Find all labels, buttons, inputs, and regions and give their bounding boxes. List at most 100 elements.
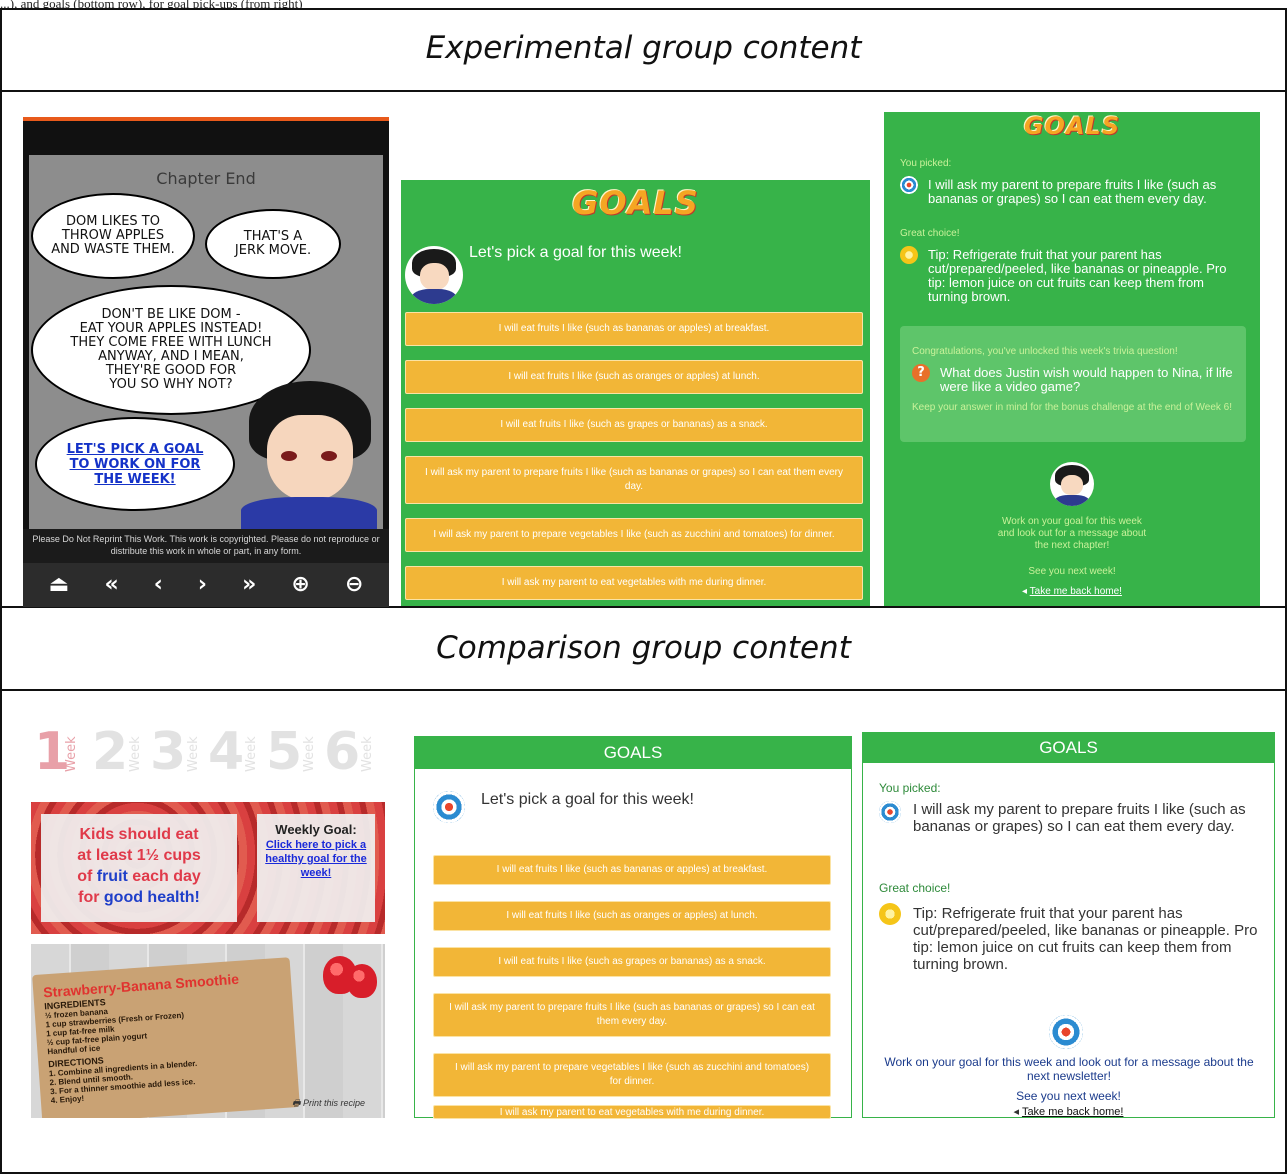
link-line[interactable]: THE WEEK! <box>67 472 204 487</box>
goal-option-button[interactable]: I will ask my parent to prepare vegetabl… <box>433 1053 831 1097</box>
week-2-number[interactable]: 2 <box>92 720 128 784</box>
exp-goals-panel: GOALS Let's pick a goal for this week! I… <box>401 180 870 606</box>
fruit-text: of <box>77 868 97 885</box>
take-me-home-link[interactable]: Take me back home! <box>1022 1106 1124 1118</box>
see-you-text: See you next week! <box>1028 566 1116 577</box>
character-illustration <box>241 381 377 531</box>
chapter-end-label: Chapter End <box>156 169 256 188</box>
bubble-line: THEY COME FREE WITH LUNCH <box>70 335 272 350</box>
lightbulb-icon <box>879 903 901 925</box>
bubble-line: JERK MOVE. <box>234 243 312 258</box>
lightbulb-icon <box>900 246 918 264</box>
fruit-text: good health! <box>103 889 200 906</box>
week-6-number[interactable]: 6 <box>324 720 360 784</box>
goal-option-button[interactable]: I will eat fruits I like (such as grapes… <box>405 408 863 442</box>
work-on-goal-text: Work on your goal for this week and look… <box>884 1055 1254 1083</box>
eject-icon[interactable]: ⏏ <box>49 563 70 607</box>
avatar-shirt <box>410 288 458 304</box>
week-3-number[interactable]: 3 <box>150 720 186 784</box>
character-face <box>267 415 353 501</box>
goal-link-bubble[interactable]: LET'S PICK A GOAL TO WORK ON FOR THE WEE… <box>35 417 235 511</box>
avatar-face <box>419 263 449 291</box>
goal-option-button[interactable]: I will eat fruits I like (such as orange… <box>405 360 863 394</box>
goal-option-button[interactable]: I will eat fruits I like (such as grapes… <box>433 947 831 977</box>
printer-icon: 🖶 <box>291 1098 303 1108</box>
bubble-line: DOM LIKES TO <box>66 214 160 229</box>
goal-option-button[interactable]: I will eat fruits I like (such as banana… <box>433 855 831 885</box>
question-icon: ? <box>912 364 930 382</box>
tip-text: Tip: Refrigerate fruit that your parent … <box>913 905 1258 973</box>
character-avatar <box>1050 462 1094 506</box>
bubble-line: EAT YOUR APPLES INSTEAD! <box>79 321 263 336</box>
tip-text: Tip: Refrigerate fruit that your parent … <box>928 247 1227 304</box>
goals-header: GOALS <box>863 733 1274 763</box>
bubble-line: THEY'RE GOOD FOR <box>105 363 237 378</box>
divider <box>0 90 1287 92</box>
link-line[interactable]: LET'S PICK A GOAL <box>67 442 204 457</box>
take-me-home-link[interactable]: Take me back home! <box>1030 586 1122 597</box>
goal-option-button[interactable]: I will eat fruits I like (such as banana… <box>405 312 863 346</box>
comparison-title: Comparison group content <box>436 630 851 666</box>
you-picked-label: You picked: <box>900 158 952 169</box>
goal-option-button[interactable]: I will ask my parent to eat vegetables w… <box>405 566 863 600</box>
week-1-label[interactable]: Week <box>64 736 79 772</box>
character-avatar <box>405 246 463 304</box>
week-3-label[interactable]: Week <box>186 736 201 772</box>
next-page-icon[interactable]: › <box>198 563 207 607</box>
fruit-banner: Kids should eat at least 1½ cups of frui… <box>31 802 385 934</box>
week-5-label[interactable]: Week <box>302 736 317 772</box>
home-link-row[interactable]: ◂ Take me back home! <box>884 586 1260 597</box>
avatar-shirt <box>1054 494 1090 506</box>
goal-option-button[interactable]: I will eat fruits I like (such as orange… <box>433 901 831 931</box>
you-picked-label: You picked: <box>879 781 941 795</box>
back-arrow-icon: ◂ <box>1013 1106 1022 1118</box>
zoom-in-icon[interactable]: ⊕ <box>291 563 309 607</box>
goal-option-button[interactable]: I will ask my parent to prepare fruits I… <box>405 456 863 504</box>
link-line[interactable]: TO WORK ON FOR <box>67 457 204 472</box>
bubble-line: AND WASTE THEM. <box>51 242 175 257</box>
fruit-line: for good health! <box>41 887 237 908</box>
goal-option-button[interactable]: I will ask my parent to eat vegetables w… <box>433 1105 831 1119</box>
avatar-face <box>1061 475 1083 496</box>
target-icon <box>1049 1015 1083 1049</box>
weekly-goal-title: Weekly Goal: <box>275 822 357 837</box>
recipe-image: Strawberry-Banana Smoothie INGREDIENTS ½… <box>31 944 385 1118</box>
fruit-text: fruit <box>96 868 128 885</box>
bubble-line: THROW APPLES <box>61 228 165 243</box>
fruit-text: each day <box>127 868 201 885</box>
previous-page-icon[interactable]: ‹ <box>154 563 163 607</box>
pick-goal-link[interactable]: LET'S PICK A GOAL TO WORK ON FOR THE WEE… <box>67 442 204 487</box>
week-5-number[interactable]: 5 <box>266 720 302 784</box>
comic-viewer: Chapter End DOM LIKES TO THROW APPLES AN… <box>23 117 389 607</box>
work-on-line: the next chapter! <box>1034 540 1110 551</box>
goals-logo: GOALS <box>1023 112 1121 140</box>
print-recipe-label[interactable]: Print this recipe <box>303 1098 365 1108</box>
great-choice-label: Great choice! <box>900 228 960 239</box>
zoom-out-icon[interactable]: ⊖ <box>345 563 363 607</box>
print-recipe-link[interactable]: 🖶 Print this recipe <box>292 1096 365 1112</box>
trivia-question: What does Justin wish would happen to Ni… <box>940 365 1233 394</box>
cmp-goals-panel: GOALS Let's pick a goal for this week! I… <box>414 736 852 1119</box>
week-2-label[interactable]: Week <box>128 736 143 772</box>
last-page-icon[interactable]: » <box>242 563 256 607</box>
first-page-icon[interactable]: « <box>104 563 118 607</box>
home-link-row[interactable]: ◂ Take me back home! <box>863 1105 1274 1118</box>
goal-option-button[interactable]: I will ask my parent to prepare vegetabl… <box>405 518 863 552</box>
trivia-box: Congratulations, you've unlocked this we… <box>900 326 1246 442</box>
weekly-goal-card: Weekly Goal: Click here to pick a health… <box>257 814 375 922</box>
divider <box>0 689 1287 691</box>
work-on-goal-text: Work on your goal for this week and look… <box>924 516 1220 552</box>
comic-toolbar: ⏏ « ‹ › » ⊕ ⊖ <box>23 563 389 607</box>
character-eye <box>281 451 297 461</box>
week-4-label[interactable]: Week <box>244 736 259 772</box>
character-hoodie <box>241 497 377 531</box>
exp-picked-panel: GOALS You picked: I will ask my parent t… <box>884 112 1260 606</box>
pick-goal-link[interactable]: Click here to pick a healthy goal for th… <box>257 838 375 880</box>
cmp-picked-panel: GOALS You picked: I will ask my parent t… <box>862 732 1275 1118</box>
fruit-line: at least 1½ cups <box>77 847 201 864</box>
comic-accent-bar <box>23 117 389 121</box>
week-4-number[interactable]: 4 <box>208 720 244 784</box>
fruit-line: of fruit each day <box>41 866 237 887</box>
goal-option-button[interactable]: I will ask my parent to prepare fruits I… <box>433 993 831 1037</box>
week-6-label[interactable]: Week <box>360 736 375 772</box>
